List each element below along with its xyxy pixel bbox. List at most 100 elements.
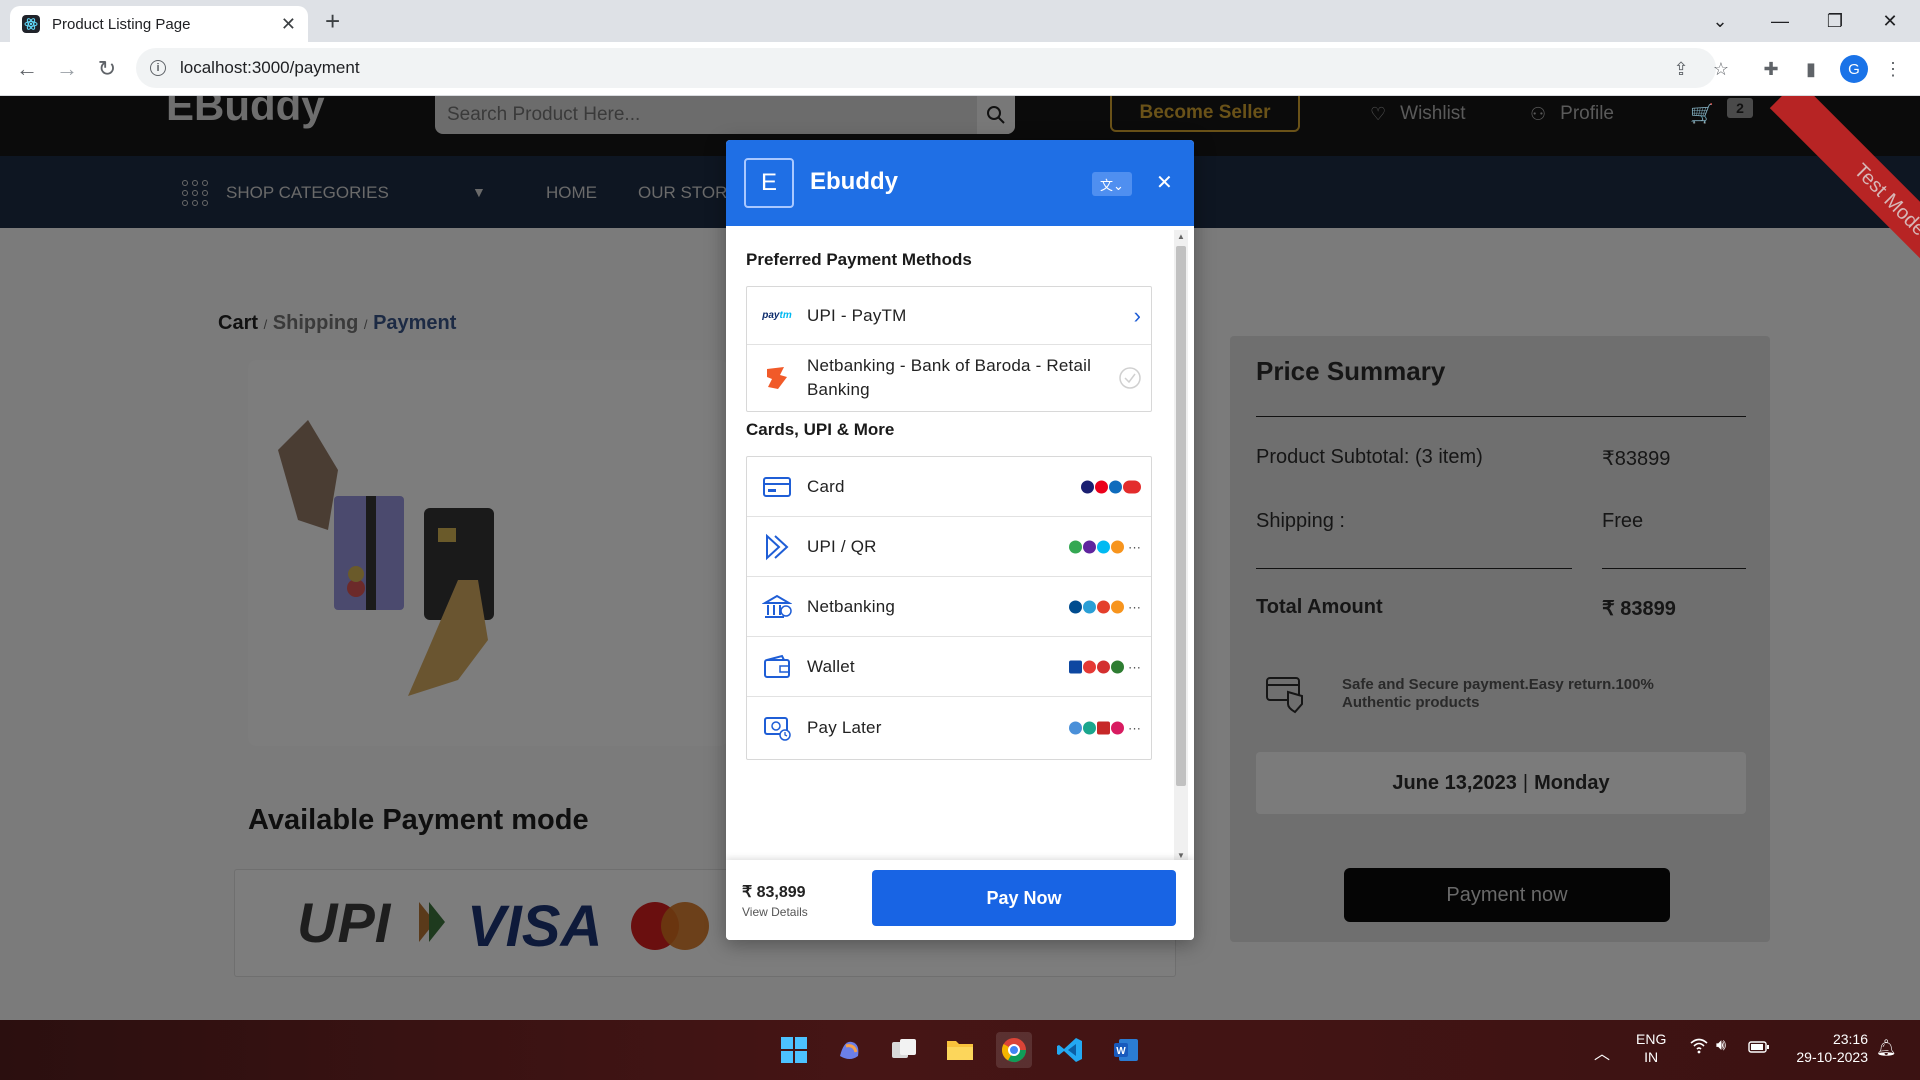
bookmark-star-icon[interactable]: ☆ <box>1708 56 1734 82</box>
language-indicator[interactable]: ENG IN <box>1636 1030 1666 1066</box>
become-seller-button[interactable]: Become Seller <box>1110 96 1300 132</box>
wishlist-link[interactable]: ♡ Wishlist <box>1370 96 1466 132</box>
payment-now-button[interactable]: Payment now <box>1344 868 1670 922</box>
cart-icon[interactable]: 🛒 <box>1690 96 1714 132</box>
breadcrumb-separator: / <box>363 317 368 332</box>
sbi-icon <box>1083 600 1096 613</box>
preferred-upi-paytm[interactable]: paytm UPI - PayTM › <box>747 287 1151 345</box>
minimize-icon[interactable]: — <box>1760 6 1800 36</box>
address-bar[interactable]: i localhost:3000/payment <box>136 48 1716 88</box>
modal-scrollbar[interactable]: ▲ ▼ <box>1174 230 1188 862</box>
task-view-icon[interactable] <box>886 1032 922 1068</box>
upi-app-icons: ··· <box>1069 539 1141 554</box>
breadcrumb-cart[interactable]: Cart <box>218 312 258 334</box>
window-close-icon[interactable]: ✕ <box>1870 6 1910 36</box>
shop-categories-dropdown[interactable]: SHOP CATEGORIES <box>182 180 389 206</box>
method-card[interactable]: Card <box>747 457 1151 517</box>
search-bar[interactable]: Search Product Here... <box>435 96 1015 134</box>
modal-close-icon[interactable]: ✕ <box>1156 170 1173 195</box>
subtotal-label: Product Subtotal: (3 item) <box>1256 446 1483 468</box>
secure-text: Safe and Secure payment.Easy return.100%… <box>1342 676 1654 711</box>
copilot-icon[interactable] <box>832 1032 868 1068</box>
card-payment-illustration <box>278 420 494 696</box>
modal-header: E Ebuddy 文⌄ ✕ <box>726 140 1194 226</box>
svg-text:W: W <box>1116 1046 1126 1057</box>
date-separator: | <box>1522 771 1529 794</box>
scrollbar-thumb[interactable] <box>1176 246 1186 786</box>
side-panel-icon[interactable]: ▮ <box>1798 56 1824 82</box>
browser-tab[interactable]: Product Listing Page ✕ <box>10 6 308 42</box>
react-favicon-icon <box>22 15 40 33</box>
checkout-modal: E Ebuddy 文⌄ ✕ Preferred Payment Methods … <box>726 140 1194 940</box>
svg-text:UPI: UPI <box>297 891 392 954</box>
radio-check-icon[interactable] <box>1119 367 1141 389</box>
secure-shield-icon <box>1264 672 1306 719</box>
more-icon: ··· <box>1128 599 1141 614</box>
search-input[interactable]: Search Product Here... <box>447 104 640 126</box>
battery-icon[interactable] <box>1748 1040 1770 1056</box>
extensions-icon[interactable]: ✚ <box>1758 56 1784 82</box>
chrome-icon[interactable] <box>996 1032 1032 1068</box>
method-upi-qr[interactable]: UPI / QR ··· <box>747 517 1151 577</box>
reload-icon[interactable]: ↻ <box>92 54 122 84</box>
windows-start-icon[interactable] <box>776 1032 812 1068</box>
flexipay-icon <box>1111 721 1124 735</box>
browser-menu-icon[interactable]: ⋮ <box>1880 56 1906 82</box>
show-hidden-icons-icon[interactable]: ︿ <box>1594 1040 1610 1064</box>
site-logo[interactable]: EBuddy <box>166 96 325 130</box>
scroll-up-icon[interactable]: ▲ <box>1177 232 1185 241</box>
modal-footer: ₹ 83,899 View Details Pay Now <box>726 860 1194 940</box>
phonepe-icon <box>1083 540 1096 553</box>
clock[interactable]: 23:16 29-10-2023 <box>1790 1030 1868 1066</box>
profile-avatar[interactable]: G <box>1840 55 1868 83</box>
notification-bell-icon[interactable]: 🔔︎ <box>1876 1038 1896 1058</box>
wallet-icon <box>747 654 807 680</box>
tab-close-icon[interactable]: ✕ <box>281 14 296 35</box>
view-details-link[interactable]: View Details <box>742 905 808 919</box>
site-info-icon[interactable]: i <box>150 60 166 76</box>
nav-our-store[interactable]: OUR STORE <box>638 183 739 203</box>
profile-link[interactable]: ⚇ Profile <box>1530 96 1614 132</box>
new-tab-icon[interactable]: + <box>325 8 340 34</box>
share-icon[interactable]: ⇪ <box>1668 56 1694 82</box>
breadcrumb-separator: / <box>263 317 268 332</box>
more-icon: ··· <box>1128 720 1141 736</box>
method-pay-later[interactable]: Pay Later ··· <box>747 697 1151 759</box>
available-payment-title: Available Payment mode <box>248 804 589 836</box>
modal-body: Preferred Payment Methods paytm UPI - Pa… <box>726 226 1194 860</box>
icici-icon <box>1111 600 1124 613</box>
pay-later-icon <box>747 714 807 742</box>
scroll-down-icon[interactable]: ▼ <box>1177 851 1185 860</box>
forward-icon[interactable]: → <box>52 54 82 84</box>
breadcrumb-shipping[interactable]: Shipping <box>273 312 359 334</box>
restore-icon[interactable]: ❐ <box>1815 6 1855 36</box>
airtel-icon <box>1097 660 1110 673</box>
chevron-right-icon: › <box>1133 302 1141 328</box>
file-explorer-icon[interactable] <box>942 1032 978 1068</box>
volume-icon[interactable]: 🔊︎ <box>1716 1037 1726 1055</box>
clock-date: 29-10-2023 <box>1796 1049 1868 1065</box>
rupay-icon <box>1109 480 1122 493</box>
wishlist-label: Wishlist <box>1400 103 1466 124</box>
pay-now-button[interactable]: Pay Now <box>872 870 1176 926</box>
language-switch-icon[interactable]: 文⌄ <box>1092 172 1132 196</box>
breadcrumb-payment[interactable]: Payment <box>373 312 456 334</box>
tab-search-chevron-icon[interactable]: ⌄ <box>1700 6 1740 36</box>
method-netbanking[interactable]: Netbanking ··· <box>747 577 1151 637</box>
wifi-icon[interactable] <box>1690 1038 1708 1057</box>
svg-text:VISA: VISA <box>467 894 602 959</box>
word-icon[interactable]: W <box>1108 1032 1144 1068</box>
breadcrumb: Cart / Shipping / Payment <box>218 312 456 335</box>
back-icon[interactable]: ← <box>12 54 42 84</box>
search-icon[interactable] <box>977 96 1015 134</box>
vscode-icon[interactable] <box>1052 1032 1088 1068</box>
language-code: ENG <box>1636 1031 1667 1047</box>
url-text: localhost:3000/payment <box>180 58 360 77</box>
hdfc-icon <box>1069 600 1082 613</box>
preferred-netbanking-bob[interactable]: Netbanking - Bank of Baroda - Retail Ban… <box>747 345 1151 411</box>
nav-home[interactable]: HOME <box>546 183 597 203</box>
profile-label: Profile <box>1560 103 1614 124</box>
chevron-down-icon[interactable]: ▼ <box>472 184 486 200</box>
method-wallet[interactable]: Wallet ··· <box>747 637 1151 697</box>
mastercard-icon <box>1095 480 1108 493</box>
